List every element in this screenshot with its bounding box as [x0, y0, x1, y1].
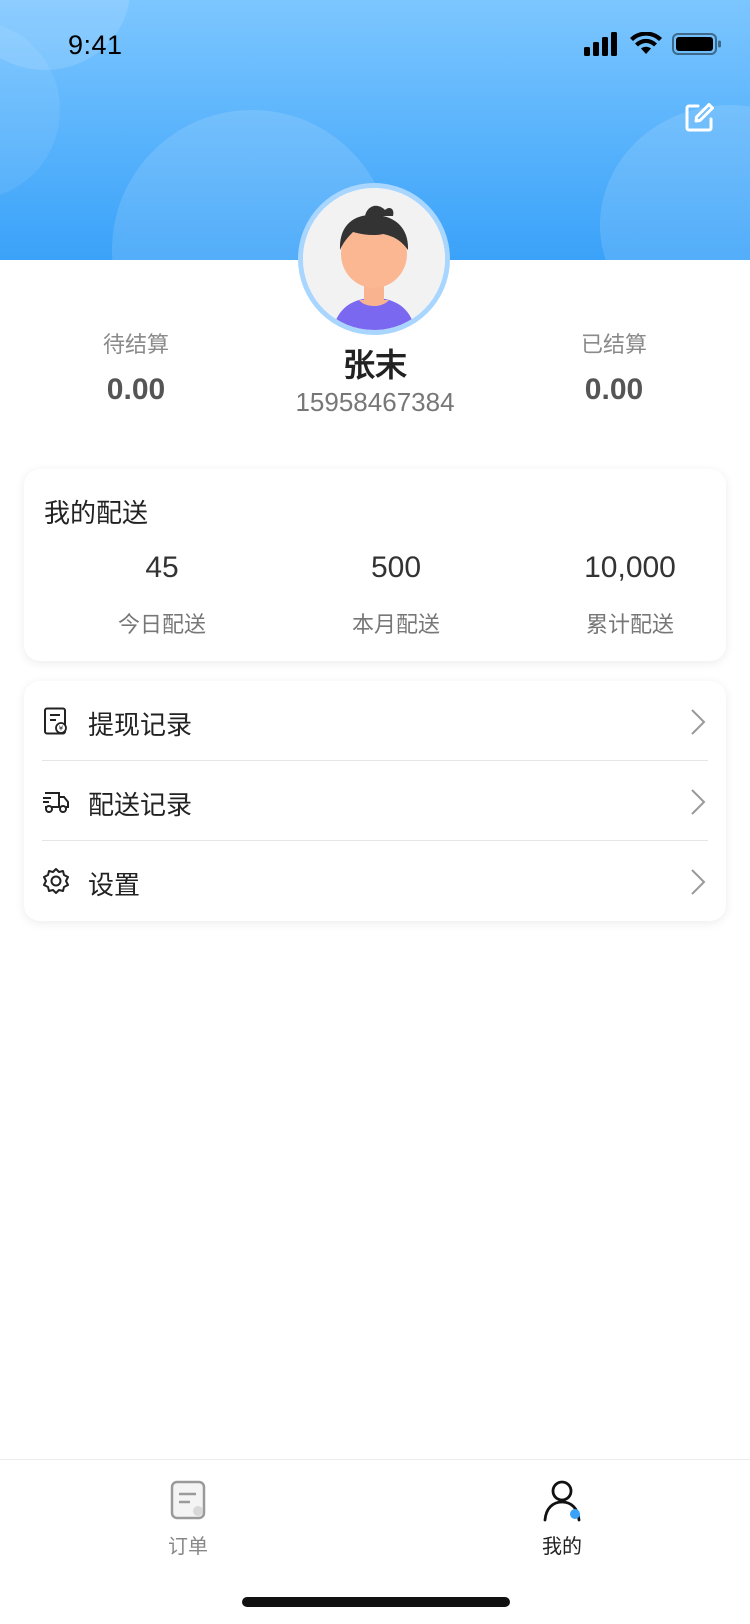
tab-orders[interactable]: 订单 — [118, 1478, 258, 1559]
menu-item-label: 配送记录 — [88, 791, 193, 821]
pending-label: 待结算 — [102, 332, 169, 357]
battery-icon — [672, 33, 721, 55]
status-time: 9:41 — [68, 30, 123, 60]
order-doc-icon — [170, 1480, 206, 1520]
svg-text:¥: ¥ — [59, 725, 64, 733]
edit-square-icon[interactable] — [684, 103, 714, 133]
wifi-icon — [630, 32, 662, 54]
menu-item-delivery-records[interactable]: 配送记录 — [24, 761, 726, 841]
menu-item-withdraw-records[interactable]: ¥ 提现记录 — [24, 681, 726, 761]
metric-value: 45 — [145, 551, 179, 584]
user-name: 张末 — [342, 346, 407, 384]
chevron-right-icon — [691, 869, 706, 895]
status-bar: 9:41 — [0, 0, 750, 94]
home-indicator[interactable] — [242, 1597, 510, 1607]
metric-label: 本月配送 — [351, 613, 440, 638]
menu-item-label: 设置 — [88, 871, 141, 901]
user-phone: 15958467384 — [295, 387, 455, 417]
tab-label: 我的 — [542, 1534, 582, 1558]
metric-total: 10,000 累计配送 — [520, 551, 740, 639]
delivery-truck-icon — [43, 792, 69, 813]
person-avatar-illustration — [303, 188, 445, 330]
metric-value: 10,000 — [584, 551, 676, 584]
settled-value: 0.00 — [584, 373, 644, 406]
metric-label: 今日配送 — [117, 613, 206, 638]
metric-label: 累计配送 — [585, 613, 674, 638]
status-icons — [584, 32, 722, 56]
metric-month: 500 本月配送 — [286, 551, 506, 639]
metric-value: 500 — [370, 551, 422, 584]
decor-bubble — [600, 105, 750, 260]
metric-today: 45 今日配送 — [52, 551, 272, 639]
user-icon — [543, 1480, 581, 1522]
gear-icon — [43, 868, 69, 894]
settled-label: 已结算 — [580, 332, 647, 357]
withdraw-record-icon: ¥ — [44, 707, 67, 735]
avatar-image — [303, 188, 445, 330]
card-title: 我的配送 — [44, 499, 149, 529]
tab-me[interactable]: 我的 — [492, 1478, 632, 1559]
chevron-right-icon — [691, 709, 706, 735]
avatar[interactable] — [298, 183, 450, 335]
bottom-tab-bar: 订单 我的 — [0, 1459, 750, 1624]
menu-item-settings[interactable]: 设置 — [24, 841, 726, 921]
menu-item-label: 提现记录 — [88, 711, 193, 741]
pending-value: 0.00 — [106, 373, 166, 406]
tab-label: 订单 — [168, 1534, 208, 1558]
cellular-signal-icon — [584, 32, 617, 56]
menu-card: ¥ 提现记录 配送记录 设置 — [24, 681, 726, 921]
chevron-right-icon — [691, 789, 706, 815]
delivery-stats-card: 我的配送 45 今日配送 500 本月配送 10,000 累计配送 — [24, 469, 726, 661]
pending-settlement: 待结算 0.00 — [36, 327, 236, 407]
settled-amount: 已结算 0.00 — [514, 327, 714, 407]
